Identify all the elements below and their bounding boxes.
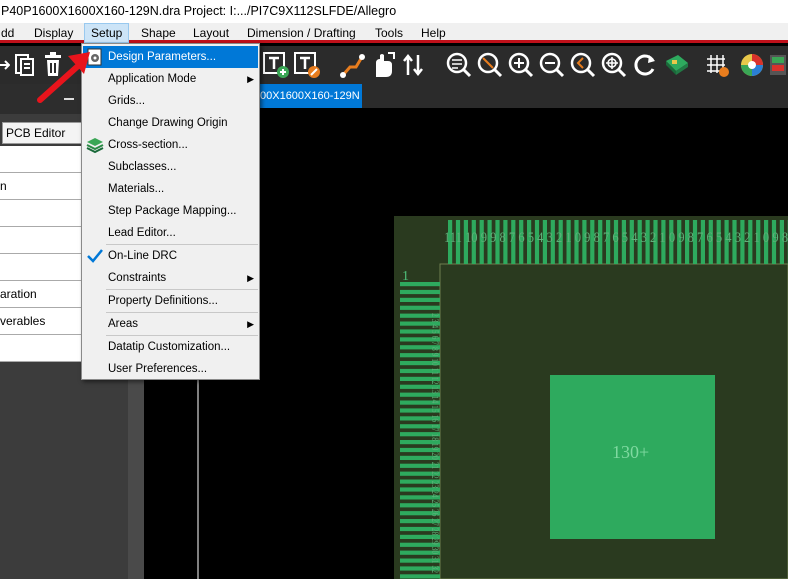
left-pin-numbers: 2 3 4 5 6 7 8 9 10 11 12 13 14 15 16 17 …: [430, 313, 440, 573]
panel-item[interactable]: [0, 335, 82, 362]
panel-item[interactable]: verables: [0, 308, 82, 335]
menu-shape[interactable]: Shape: [135, 23, 182, 43]
panel-item[interactable]: n: [0, 173, 82, 200]
edit-text-icon[interactable]: [293, 50, 321, 80]
menu-item-label: Application Mode: [108, 73, 197, 85]
menu-item-change-drawing-origin[interactable]: Change Drawing Origin: [83, 112, 258, 134]
menu-layout[interactable]: Layout: [187, 23, 235, 43]
menu-setup[interactable]: Setup: [84, 23, 130, 43]
copy-icon[interactable]: [12, 50, 36, 80]
menu-item-label: User Preferences...: [108, 363, 208, 375]
menu-item-label: Step Package Mapping...: [108, 205, 237, 217]
menu-item-label: Lead Editor...: [108, 227, 176, 239]
left-pin-pad: [400, 297, 440, 302]
menu-item-label: Constraints: [108, 272, 167, 284]
menu-item-datatip-customization[interactable]: Datatip Customization...: [83, 336, 258, 358]
checkmark-icon: [85, 247, 105, 265]
submenu-arrow-icon: ▶: [247, 319, 254, 329]
menu-item-property-definitions[interactable]: Property Definitions...: [83, 290, 258, 312]
top-pin-numbers: 111 10 9 9 8 7 6 5 4 3 2 1 0 9 8 7 6 5 4…: [444, 230, 788, 246]
tab-design-file[interactable]: 00X1600X160-129N: [258, 84, 362, 108]
menu-add[interactable]: dd: [0, 23, 20, 43]
menu-item-label: Subclasses...: [108, 161, 177, 173]
menu-display[interactable]: Display: [28, 23, 79, 43]
left-pin-pad: [400, 305, 440, 310]
menu-help[interactable]: Help: [415, 23, 452, 43]
menu-item-areas[interactable]: Areas ▶: [83, 313, 258, 335]
menu-item-label: On-Line DRC: [108, 250, 178, 262]
menu-item-label: Grids...: [108, 95, 146, 107]
setup-menu-dropdown: Design Parameters... Application Mode ▶ …: [81, 43, 260, 380]
zoom-fit-icon[interactable]: [445, 50, 473, 80]
menu-bar: dd Display Setup Shape Layout Dimension …: [0, 23, 788, 43]
menu-item-application-mode[interactable]: Application Mode ▶: [83, 68, 258, 90]
window-title-bar: P40P1600X1600X160-129N.dra Project: I:..…: [0, 0, 788, 23]
panel-item[interactable]: [0, 227, 82, 254]
3d-view-icon[interactable]: [662, 50, 690, 80]
menu-item-subclasses[interactable]: Subclasses...: [83, 156, 258, 178]
grid-toggle-icon[interactable]: [703, 50, 731, 80]
menu-item-label: Datatip Customization...: [108, 341, 231, 353]
menu-item-constraints[interactable]: Constraints ▶: [83, 267, 258, 289]
panel-item[interactable]: aration: [0, 281, 82, 308]
move-icon[interactable]: [0, 50, 10, 80]
panel-item-list: n aration verables: [0, 146, 82, 362]
menu-item-label: Materials...: [108, 183, 165, 195]
menu-dimension-drafting[interactable]: Dimension / Drafting: [241, 23, 362, 43]
menu-item-cross-section[interactable]: Cross-section...: [83, 134, 258, 156]
left-pin-pad: [400, 574, 440, 579]
menu-item-label: Change Drawing Origin: [108, 117, 228, 129]
left-pin-pad: [400, 289, 440, 295]
menu-item-online-drc[interactable]: On-Line DRC: [83, 245, 258, 267]
swap-icon[interactable]: [400, 50, 428, 80]
submenu-arrow-icon: ▶: [247, 74, 254, 84]
pin1-label: 1: [402, 269, 409, 284]
menu-item-label: Areas: [108, 318, 139, 330]
menu-item-label: Cross-section...: [108, 139, 188, 151]
panel-item[interactable]: [0, 146, 82, 173]
panel-item[interactable]: [0, 200, 82, 227]
menu-item-label: Design Parameters...: [108, 51, 217, 63]
slide-icon[interactable]: [368, 50, 396, 80]
menu-item-step-package-mapping[interactable]: Step Package Mapping...: [83, 200, 258, 222]
zoom-world-icon[interactable]: [600, 50, 628, 80]
add-text-icon[interactable]: [262, 50, 290, 80]
color-dialog-icon[interactable]: [738, 50, 766, 80]
menu-item-materials[interactable]: Materials...: [83, 178, 258, 200]
zoom-in-icon[interactable]: [507, 50, 535, 80]
submenu-arrow-icon: ▶: [247, 273, 254, 283]
menu-item-label: Property Definitions...: [108, 295, 218, 307]
menu-item-lead-editor[interactable]: Lead Editor...: [83, 222, 258, 244]
zoom-out-icon[interactable]: [538, 50, 566, 80]
visibility-icon[interactable]: [768, 50, 788, 80]
menu-item-design-parameters[interactable]: Design Parameters...: [83, 46, 258, 68]
menu-item-user-preferences[interactable]: User Preferences...: [83, 358, 258, 380]
design-parameters-icon: [85, 48, 105, 66]
cross-section-icon: [85, 136, 105, 154]
product-selector[interactable]: PCB Editor: [2, 122, 82, 144]
menu-tools[interactable]: Tools: [369, 23, 409, 43]
window-title: P40P1600X1600X160-129N.dra Project: I:..…: [1, 4, 397, 18]
minimize-panel-icon[interactable]: [64, 98, 74, 100]
panel-item[interactable]: [0, 254, 82, 281]
zoom-previous-icon[interactable]: [569, 50, 597, 80]
zoom-window-icon[interactable]: [476, 50, 504, 80]
menu-item-grids[interactable]: Grids...: [83, 90, 258, 112]
add-connect-icon[interactable]: [338, 50, 366, 80]
redraw-icon[interactable]: [631, 50, 659, 80]
delete-icon[interactable]: [40, 50, 66, 80]
center-pad-label: 130+: [612, 442, 649, 462]
